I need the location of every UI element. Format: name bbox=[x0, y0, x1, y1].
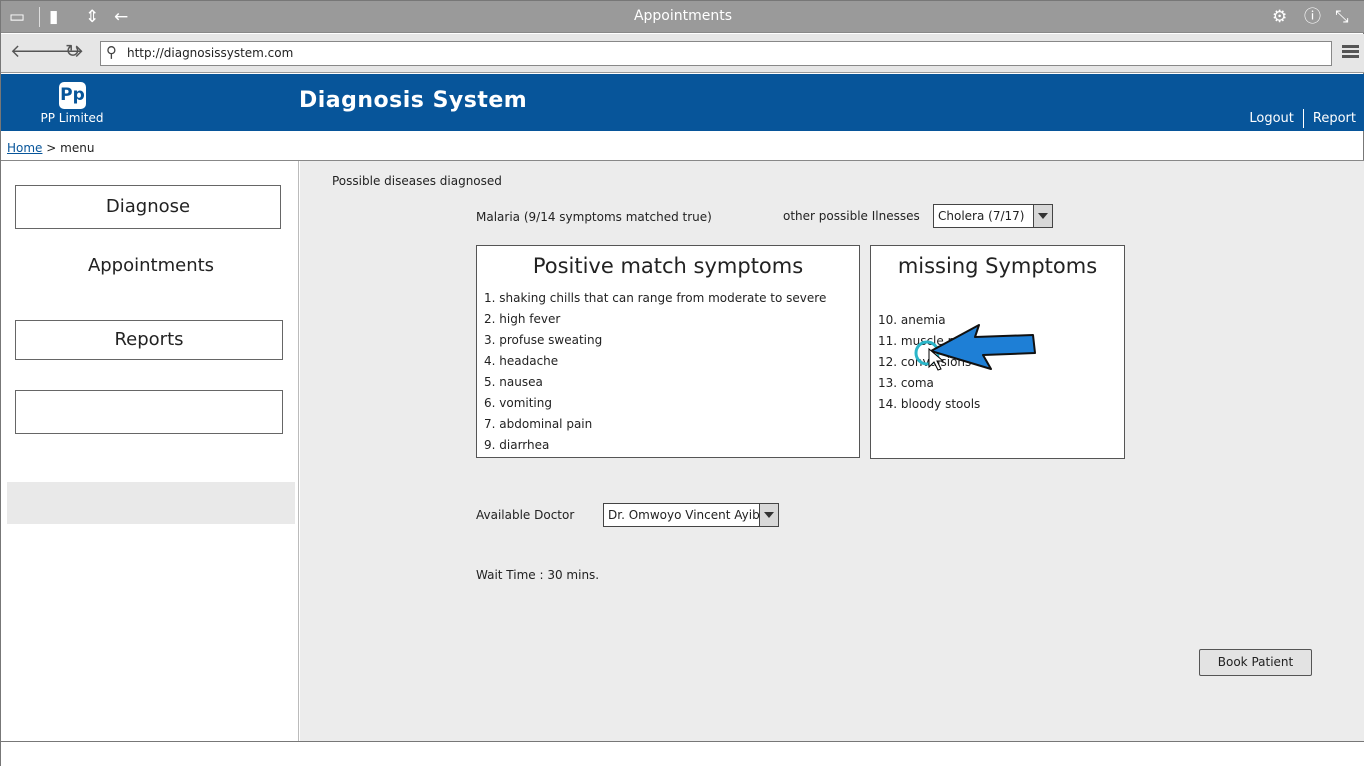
list-item: 2. high fever bbox=[484, 312, 561, 326]
other-illnesses-select[interactable]: Cholera (7/17) bbox=[933, 204, 1053, 228]
list-item: 6. vomiting bbox=[484, 396, 552, 410]
list-item: 3. profuse sweating bbox=[484, 333, 603, 347]
other-illnesses-value: Cholera (7/17) bbox=[938, 209, 1025, 223]
header-links: Logout Report bbox=[1240, 109, 1364, 128]
list-item: 14. bloody stools bbox=[878, 397, 981, 411]
other-illnesses-label: other possible Ilnesses bbox=[783, 209, 920, 223]
book-patient-button[interactable]: Book Patient bbox=[1199, 649, 1312, 676]
app-title: Diagnosis System bbox=[299, 88, 528, 113]
doctor-select[interactable]: Dr. Omwoyo Vincent Ayib bbox=[603, 503, 779, 527]
positive-symptoms-panel: Positive match symptoms 1. shaking chill… bbox=[476, 245, 860, 458]
window-title-bar: ▭ ▮ ⇕ ← Appointments ⚙ ⓘ ⤡ bbox=[1, 1, 1364, 33]
chevron-down-icon[interactable] bbox=[759, 504, 778, 526]
list-item: 12. convulsions bbox=[878, 355, 972, 369]
window-title: Appointments bbox=[633, 8, 733, 24]
positive-symptoms-list: 1. shaking chills that can range from mo… bbox=[484, 288, 826, 456]
company-logo: Pp bbox=[59, 82, 86, 109]
logout-link[interactable]: Logout bbox=[1240, 109, 1303, 128]
list-item: 9. diarrhea bbox=[484, 438, 550, 452]
url-input[interactable]: ⚲ http://diagnosissystem.com bbox=[100, 41, 1332, 66]
sidebar-item-reports[interactable]: Reports bbox=[15, 320, 283, 360]
list-item: 13. coma bbox=[878, 376, 934, 390]
company-name: PP Limited bbox=[40, 111, 104, 125]
app-header: Pp PP Limited Diagnosis System Logout Rep… bbox=[1, 74, 1364, 131]
reload-icon[interactable]: ↻ bbox=[65, 42, 80, 62]
browser-window: ▭ ▮ ⇕ ← Appointments ⚙ ⓘ ⤡ 🡐 🡒 ↻ ⚲ http:… bbox=[0, 0, 1364, 767]
list-item: 10. anemia bbox=[878, 313, 946, 327]
hamburger-menu-icon[interactable] bbox=[1342, 45, 1359, 59]
fullscreen-icon[interactable]: ⤡ bbox=[1335, 7, 1349, 27]
gear-icon[interactable]: ⚙ bbox=[1272, 7, 1287, 27]
status-bar bbox=[1, 741, 1364, 767]
breadcrumb-current: menu bbox=[60, 141, 95, 155]
wait-time: Wait Time : 30 mins. bbox=[476, 568, 600, 582]
sidebar-selection-highlight bbox=[7, 482, 295, 524]
list-item: 11. muscle pain bbox=[878, 334, 974, 348]
breadcrumb-home-link[interactable]: Home bbox=[7, 141, 42, 155]
sidebar: Diagnose Appointments Reports bbox=[1, 161, 299, 741]
breadcrumb: Home > menu bbox=[7, 141, 94, 155]
sidebar-item-empty[interactable] bbox=[15, 390, 283, 434]
primary-diagnosis: Malaria (9/14 symptoms matched true) bbox=[476, 210, 712, 224]
sidebar-item-diagnose[interactable]: Diagnose bbox=[15, 185, 281, 229]
missing-symptoms-panel: missing Symptoms 10. anemia 11. muscle p… bbox=[870, 245, 1125, 459]
breadcrumb-separator: > bbox=[46, 141, 57, 155]
list-item: 7. abdominal pain bbox=[484, 417, 593, 431]
report-link[interactable]: Report bbox=[1302, 109, 1364, 128]
doctor-select-value: Dr. Omwoyo Vincent Ayib bbox=[608, 508, 760, 522]
info-icon[interactable]: ⓘ bbox=[1304, 7, 1321, 27]
missing-symptoms-list: 10. anemia 11. muscle pain 12. convulsio… bbox=[878, 310, 980, 415]
url-text: http://diagnosissystem.com bbox=[127, 46, 294, 60]
list-item: 4. headache bbox=[484, 354, 559, 368]
available-doctor-label: Available Doctor bbox=[476, 508, 575, 522]
positive-symptoms-title: Positive match symptoms bbox=[532, 254, 804, 278]
chevron-down-icon[interactable] bbox=[1033, 205, 1052, 227]
page-heading: Possible diseases diagnosed bbox=[332, 174, 502, 188]
browser-nav-bar: 🡐 🡒 ↻ ⚲ http://diagnosissystem.com bbox=[1, 34, 1364, 73]
sidebar-item-appointments[interactable]: Appointments bbox=[15, 255, 287, 279]
missing-symptoms-title: missing Symptoms bbox=[897, 254, 1098, 278]
list-item: 5. nausea bbox=[484, 375, 543, 389]
main-content: Possible diseases diagnosed Malaria (9/1… bbox=[300, 161, 1364, 741]
search-icon: ⚲ bbox=[106, 43, 117, 61]
list-item: 1. shaking chills that can range from mo… bbox=[484, 291, 827, 305]
